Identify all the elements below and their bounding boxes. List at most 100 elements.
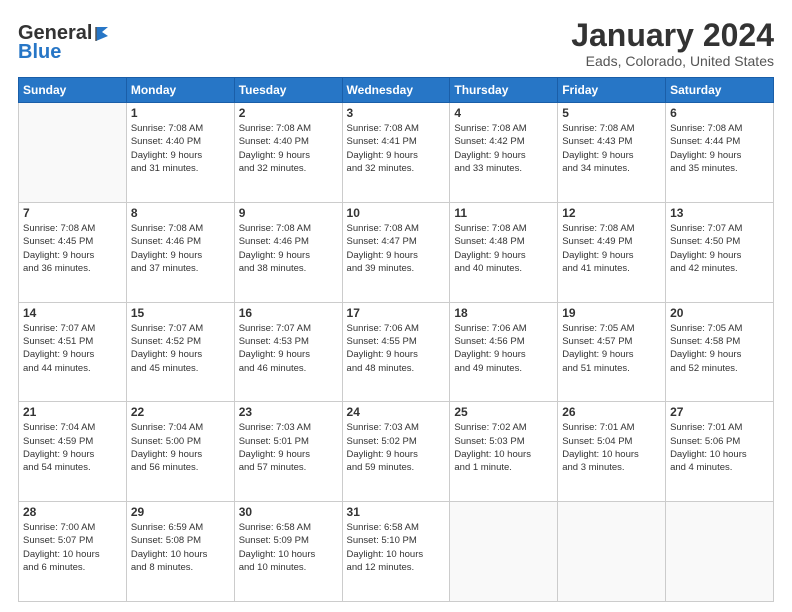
day-info: Sunrise: 7:01 AM Sunset: 5:06 PM Dayligh… (670, 421, 769, 474)
day-number: 17 (347, 306, 446, 320)
calendar-cell (666, 502, 774, 602)
day-info: Sunrise: 7:00 AM Sunset: 5:07 PM Dayligh… (23, 521, 122, 574)
calendar-cell: 14 Sunrise: 7:07 AM Sunset: 4:51 PM Dayli… (19, 302, 127, 402)
calendar-cell: 29 Sunrise: 6:59 AM Sunset: 5:08 PM Dayli… (126, 502, 234, 602)
day-header-thursday: Thursday (450, 78, 558, 103)
calendar-cell: 24 Sunrise: 7:03 AM Sunset: 5:02 PM Dayli… (342, 402, 450, 502)
calendar-cell: 5 Sunrise: 7:08 AM Sunset: 4:43 PM Daylig… (558, 103, 666, 203)
week-row-5: 28 Sunrise: 7:00 AM Sunset: 5:07 PM Dayli… (19, 502, 774, 602)
day-number: 19 (562, 306, 661, 320)
calendar-cell: 26 Sunrise: 7:01 AM Sunset: 5:04 PM Dayli… (558, 402, 666, 502)
calendar-cell: 8Sunrise: 7:08 AM Sunset: 4:46 PM Daylig… (126, 202, 234, 302)
day-number: 24 (347, 405, 446, 419)
day-info: Sunrise: 7:08 AM Sunset: 4:43 PM Dayligh… (562, 122, 661, 175)
day-number: 26 (562, 405, 661, 419)
day-number: 21 (23, 405, 122, 419)
day-number: 30 (239, 505, 338, 519)
day-info: Sunrise: 7:08 AM Sunset: 4:46 PM Dayligh… (131, 222, 230, 275)
calendar-cell: 31Sunrise: 6:58 AM Sunset: 5:10 PM Dayli… (342, 502, 450, 602)
day-info: Sunrise: 6:59 AM Sunset: 5:08 PM Dayligh… (131, 521, 230, 574)
day-number: 14 (23, 306, 122, 320)
day-number: 5 (562, 106, 661, 120)
day-number: 12 (562, 206, 661, 220)
calendar-cell: 16 Sunrise: 7:07 AM Sunset: 4:53 PM Dayli… (234, 302, 342, 402)
week-row-3: 14 Sunrise: 7:07 AM Sunset: 4:51 PM Dayli… (19, 302, 774, 402)
calendar-cell: 2 Sunrise: 7:08 AM Sunset: 4:40 PM Daylig… (234, 103, 342, 203)
day-info: Sunrise: 7:05 AM Sunset: 4:58 PM Dayligh… (670, 322, 769, 375)
header-row: SundayMondayTuesdayWednesdayThursdayFrid… (19, 78, 774, 103)
week-row-4: 21 Sunrise: 7:04 AM Sunset: 4:59 PM Dayli… (19, 402, 774, 502)
day-header-friday: Friday (558, 78, 666, 103)
logo-text: General Blue (18, 22, 116, 64)
calendar-cell: 6 Sunrise: 7:08 AM Sunset: 4:44 PM Daylig… (666, 103, 774, 203)
calendar-cell: 11 Sunrise: 7:08 AM Sunset: 4:48 PM Dayli… (450, 202, 558, 302)
calendar-cell: 25Sunrise: 7:02 AM Sunset: 5:03 PM Dayli… (450, 402, 558, 502)
day-info: Sunrise: 7:08 AM Sunset: 4:46 PM Dayligh… (239, 222, 338, 275)
calendar-cell: 15Sunrise: 7:07 AM Sunset: 4:52 PM Dayli… (126, 302, 234, 402)
day-info: Sunrise: 7:08 AM Sunset: 4:49 PM Dayligh… (562, 222, 661, 275)
logo-flag-icon (94, 23, 116, 45)
day-number: 3 (347, 106, 446, 120)
day-number: 2 (239, 106, 338, 120)
day-header-tuesday: Tuesday (234, 78, 342, 103)
calendar-cell: 23 Sunrise: 7:03 AM Sunset: 5:01 PM Dayli… (234, 402, 342, 502)
day-info: Sunrise: 7:07 AM Sunset: 4:53 PM Dayligh… (239, 322, 338, 375)
logo: General Blue (18, 22, 116, 64)
day-info: Sunrise: 7:08 AM Sunset: 4:40 PM Dayligh… (239, 122, 338, 175)
day-number: 29 (131, 505, 230, 519)
day-info: Sunrise: 7:01 AM Sunset: 5:04 PM Dayligh… (562, 421, 661, 474)
day-info: Sunrise: 7:08 AM Sunset: 4:44 PM Dayligh… (670, 122, 769, 175)
day-number: 9 (239, 206, 338, 220)
calendar-cell: 21 Sunrise: 7:04 AM Sunset: 4:59 PM Dayli… (19, 402, 127, 502)
page: General Blue January 2024 Eads, Colorado… (0, 0, 792, 612)
day-number: 27 (670, 405, 769, 419)
calendar-cell: 4Sunrise: 7:08 AM Sunset: 4:42 PM Daylig… (450, 103, 558, 203)
day-header-wednesday: Wednesday (342, 78, 450, 103)
calendar-cell: 17 Sunrise: 7:06 AM Sunset: 4:55 PM Dayli… (342, 302, 450, 402)
day-info: Sunrise: 7:03 AM Sunset: 5:02 PM Dayligh… (347, 421, 446, 474)
calendar-cell: 20 Sunrise: 7:05 AM Sunset: 4:58 PM Dayli… (666, 302, 774, 402)
calendar-cell: 28 Sunrise: 7:00 AM Sunset: 5:07 PM Dayli… (19, 502, 127, 602)
day-number: 15 (131, 306, 230, 320)
day-number: 28 (23, 505, 122, 519)
day-number: 7 (23, 206, 122, 220)
calendar-cell (450, 502, 558, 602)
day-number: 23 (239, 405, 338, 419)
day-number: 20 (670, 306, 769, 320)
day-info: Sunrise: 7:06 AM Sunset: 4:55 PM Dayligh… (347, 322, 446, 375)
day-number: 16 (239, 306, 338, 320)
day-number: 22 (131, 405, 230, 419)
day-info: Sunrise: 7:06 AM Sunset: 4:56 PM Dayligh… (454, 322, 553, 375)
day-number: 1 (131, 106, 230, 120)
calendar-cell: 1 Sunrise: 7:08 AM Sunset: 4:40 PM Daylig… (126, 103, 234, 203)
calendar-cell: 18 Sunrise: 7:06 AM Sunset: 4:56 PM Dayli… (450, 302, 558, 402)
day-info: Sunrise: 7:07 AM Sunset: 4:50 PM Dayligh… (670, 222, 769, 275)
calendar-cell: 13 Sunrise: 7:07 AM Sunset: 4:50 PM Dayli… (666, 202, 774, 302)
day-number: 18 (454, 306, 553, 320)
calendar-cell: 30 Sunrise: 6:58 AM Sunset: 5:09 PM Dayli… (234, 502, 342, 602)
calendar-cell (19, 103, 127, 203)
calendar-cell: 9 Sunrise: 7:08 AM Sunset: 4:46 PM Daylig… (234, 202, 342, 302)
week-row-1: 1 Sunrise: 7:08 AM Sunset: 4:40 PM Daylig… (19, 103, 774, 203)
day-info: Sunrise: 7:04 AM Sunset: 4:59 PM Dayligh… (23, 421, 122, 474)
day-number: 4 (454, 106, 553, 120)
calendar-cell: 10Sunrise: 7:08 AM Sunset: 4:47 PM Dayli… (342, 202, 450, 302)
day-info: Sunrise: 7:07 AM Sunset: 4:51 PM Dayligh… (23, 322, 122, 375)
day-info: Sunrise: 7:03 AM Sunset: 5:01 PM Dayligh… (239, 421, 338, 474)
calendar-cell: 12 Sunrise: 7:08 AM Sunset: 4:49 PM Dayli… (558, 202, 666, 302)
day-info: Sunrise: 7:08 AM Sunset: 4:41 PM Dayligh… (347, 122, 446, 175)
day-info: Sunrise: 7:08 AM Sunset: 4:40 PM Dayligh… (131, 122, 230, 175)
day-info: Sunrise: 6:58 AM Sunset: 5:09 PM Dayligh… (239, 521, 338, 574)
day-info: Sunrise: 7:08 AM Sunset: 4:48 PM Dayligh… (454, 222, 553, 275)
calendar-table: SundayMondayTuesdayWednesdayThursdayFrid… (18, 77, 774, 602)
day-number: 13 (670, 206, 769, 220)
calendar-cell (558, 502, 666, 602)
calendar-cell: 19 Sunrise: 7:05 AM Sunset: 4:57 PM Dayli… (558, 302, 666, 402)
day-number: 25 (454, 405, 553, 419)
day-info: Sunrise: 7:08 AM Sunset: 4:45 PM Dayligh… (23, 222, 122, 275)
calendar-cell: 27 Sunrise: 7:01 AM Sunset: 5:06 PM Dayli… (666, 402, 774, 502)
day-number: 6 (670, 106, 769, 120)
title-block: January 2024 Eads, Colorado, United Stat… (571, 18, 774, 69)
day-info: Sunrise: 7:05 AM Sunset: 4:57 PM Dayligh… (562, 322, 661, 375)
day-number: 11 (454, 206, 553, 220)
